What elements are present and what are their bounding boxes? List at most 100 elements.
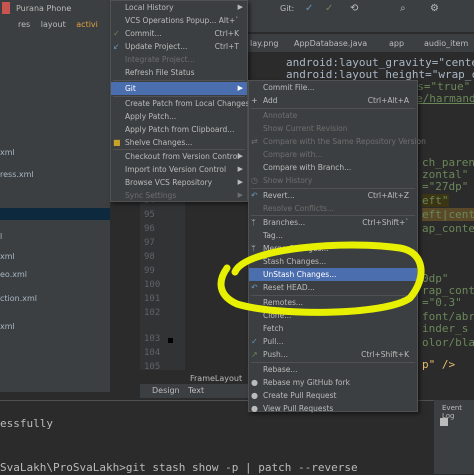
tab-text[interactable]: Text [188,386,204,395]
menu-item-commit-file[interactable]: Commit File... [249,81,417,94]
menu-item-refresh-file-status[interactable]: Refresh File Status [111,66,247,79]
menu-item-show-history: ◷ Show History [251,176,313,185]
update-arrow-icon: ↙ [113,42,120,51]
line-number: 97 [144,238,155,248]
menu-item-checkout[interactable]: Checkout from Version Control ▶ [111,150,247,163]
tab-app[interactable]: app [389,37,404,50]
history-icon: ◷ [251,176,258,185]
line-number: 101 [144,294,161,304]
highlight-annotation [217,241,425,316]
line-number: 104 [144,348,161,358]
revert-icon: ↶ [251,191,258,200]
breadcrumb: res layout activi [0,20,98,29]
menu-item-resolve-conflicts: Resolve Conflicts... [263,204,335,213]
menu-item-apply-patch[interactable]: Apply Patch... [111,110,247,123]
menu-item-revert[interactable]: ↶ Revert... Ctrl+Alt+Z [249,189,417,202]
menu-item-annotate: Annotate [263,111,298,120]
line-number: 102 [144,308,161,318]
editor-tab-bar: lay.png AppDatabase.java app audio_item [244,34,474,53]
tree-item[interactable]: eo.xml [0,270,27,279]
settings-icon[interactable]: ⚙ [430,3,439,14]
menu-item-pull[interactable]: ✓ Pull... [249,335,417,348]
tab-app-database[interactable]: AppDatabase.java [294,37,367,50]
code-line: ap_content [422,222,474,235]
tree-item[interactable]: ction.xml [0,294,37,303]
tree-item[interactable]: l [0,232,2,241]
menu-item-rebase[interactable]: Rebase... [249,363,417,376]
menu-item-browse-vcs[interactable]: Browse VCS Repository ▶ [111,176,247,189]
menu-item-update-project[interactable]: ↙ Update Project... Ctrl+T [111,40,247,53]
code-line: e/harmandi [416,92,474,105]
github-icon: ● [251,378,258,387]
line-number: 105 [144,362,161,372]
menu-item-compare-branch[interactable]: Compare with Branch... [249,161,417,174]
line-gutter: 93 94 95 96 97 98 99 100 101 102 103 104… [140,180,185,372]
tab-image[interactable]: lay.png [250,37,279,50]
code-line: olor/black [422,336,474,349]
terminal-line: SvaLakh\ProSvaLakh>git stash show -p | p… [0,461,358,474]
breadcrumb-item[interactable]: activi [76,20,98,29]
menu-item-create-pull-request[interactable]: ● Create Pull Request [249,389,417,402]
tree-item[interactable]: xml [0,322,15,331]
device-selector[interactable]: Purana Phone [16,4,71,13]
vcs-menu: Local History ▶ VCS Operations Popup... Al… [110,0,257,202]
menu-item-add[interactable]: + Add Ctrl+Alt+A [249,94,417,107]
history-icon[interactable]: ⟲ [350,3,358,14]
menu-item-vcs-popup[interactable]: VCS Operations Popup... Alt+` [111,14,247,27]
line-number: 103 [144,334,161,344]
android-icon[interactable] [2,2,10,14]
pull-icon: ✓ [251,337,258,346]
menu-item-apply-patch-clipboard[interactable]: Apply Patch from Clipboard... [111,123,247,136]
tree-item[interactable]: xml [0,148,15,157]
compare-icon: ⇄ [251,137,258,146]
menu-item-compare-same-repo: ⇄ Compare with the Same Repository Versio… [251,137,426,146]
tool-strip-right: Event Log [434,400,474,474]
breadcrumb-item[interactable]: layout [41,20,66,29]
menu-item-show-current-revision: Show Current Revision [263,124,348,133]
menu-item-rebase-github-fork[interactable]: ● Rebase my GitHub fork [249,376,417,389]
line-number: 96 [144,224,155,234]
menu-item-commit[interactable]: ✓ Commit... Ctrl+K [111,27,247,40]
git-commit-icon[interactable]: ✓ [325,3,333,14]
trash-icon[interactable] [440,418,448,426]
tab-audio-item[interactable]: audio_item [424,37,468,50]
github-icon: ● [251,391,258,400]
component-breadcrumb[interactable]: FrameLayout [190,374,242,383]
line-number: 99 [144,266,155,276]
code-line: ="27dp" [422,180,469,193]
code-line: inder_s [422,322,469,335]
menu-separator [113,80,245,81]
menu-item-branches[interactable]: ᛘ Branches... Ctrl+Shift+` [249,216,417,229]
menu-item-git[interactable]: Git ▶ [111,82,247,95]
menu-item-integrate-project: Integrate Project... [125,55,195,64]
shelf-icon: ■ [113,138,121,147]
code-line: p" /> [422,358,456,371]
github-icon: ● [251,404,258,413]
breadcrumb-item[interactable]: res [18,20,30,29]
menu-item-create-patch[interactable]: Create Patch from Local Changes... [111,97,257,110]
tree-selection [0,208,110,220]
menu-item-sync-settings: Sync Settings ▶ [125,191,243,200]
tree-item[interactable]: xml [0,252,15,261]
line-number: 98 [144,252,155,262]
git-update-icon[interactable]: ✓ [305,3,313,14]
layout-mode-tabs: Design Text [140,384,250,398]
plus-icon: + [251,96,258,105]
menu-item-local-history[interactable]: Local History ▶ [111,1,247,14]
menu-item-fetch[interactable]: Fetch [249,322,417,335]
terminal-line: essfully [0,417,53,430]
git-label: Git: [280,4,295,13]
check-icon: ✓ [113,29,120,38]
menu-item-view-pull-requests[interactable]: ● View Pull Requests [249,402,417,415]
line-number: 95 [144,210,155,220]
code-line: eft" [422,194,449,207]
search-icon[interactable]: ⌕ [400,3,406,14]
breakpoint-marker[interactable] [168,338,173,343]
menu-item-compare-with: Compare with... [263,150,323,159]
tab-design[interactable]: Design [152,386,180,395]
menu-item-shelve-changes[interactable]: ■ Shelve Changes... [111,136,247,149]
line-number: 100 [144,280,161,290]
menu-item-import[interactable]: Import into Version Control ▶ [111,163,247,176]
tree-item[interactable]: ress.xml [0,170,34,179]
menu-item-push[interactable]: ↗ Push... Ctrl+Shift+K [249,348,417,361]
